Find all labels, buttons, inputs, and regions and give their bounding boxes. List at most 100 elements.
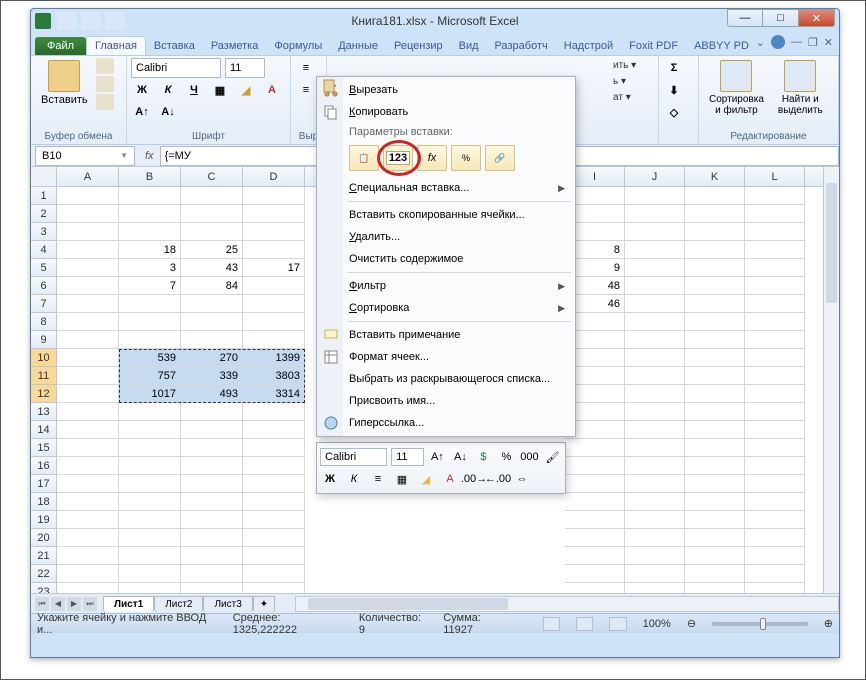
hscroll-thumb[interactable]: [308, 598, 508, 610]
sheet-nav-first-icon[interactable]: ⏮: [35, 597, 49, 611]
autosum-icon[interactable]: Σ: [663, 58, 685, 78]
mt-border-icon[interactable]: ▦: [392, 470, 412, 488]
row-header-19[interactable]: 19: [31, 511, 57, 529]
cell-D1[interactable]: [243, 187, 305, 205]
vscroll-thumb[interactable]: [826, 183, 837, 303]
cell-C23[interactable]: [181, 583, 243, 593]
paste-opt-all[interactable]: 📋: [349, 145, 379, 171]
ctx-copy[interactable]: Копировать: [319, 101, 573, 123]
row-header-14[interactable]: 14: [31, 421, 57, 439]
row-header-2[interactable]: 2: [31, 205, 57, 223]
cell-B14[interactable]: [119, 421, 181, 439]
col-A[interactable]: A: [57, 167, 119, 186]
cell-C6[interactable]: 84: [181, 277, 243, 295]
row-header-9[interactable]: 9: [31, 331, 57, 349]
cell-K18[interactable]: [685, 493, 745, 511]
cell-B21[interactable]: [119, 547, 181, 565]
cell-I16[interactable]: [565, 457, 625, 475]
col-C[interactable]: C: [181, 167, 243, 186]
cell-J11[interactable]: [625, 367, 685, 385]
col-K[interactable]: K: [685, 167, 745, 186]
doc-close-icon[interactable]: ✕: [824, 36, 833, 49]
cell-D5[interactable]: 17: [243, 259, 305, 277]
cell-D8[interactable]: [243, 313, 305, 331]
mt-center-icon[interactable]: ≡: [368, 470, 388, 488]
cell-A22[interactable]: [57, 565, 119, 583]
cell-L16[interactable]: [745, 457, 805, 475]
cell-B18[interactable]: [119, 493, 181, 511]
mt-fill-icon[interactable]: ◢: [416, 470, 436, 488]
qat-save-icon[interactable]: [57, 12, 77, 30]
format-painter-icon[interactable]: [96, 94, 114, 110]
mt-grow-font-icon[interactable]: A↑: [428, 448, 447, 466]
cell-K16[interactable]: [685, 457, 745, 475]
cell-K7[interactable]: [685, 295, 745, 313]
cell-L8[interactable]: [745, 313, 805, 331]
sheet-tab-new[interactable]: ✦: [253, 596, 275, 612]
cell-I19[interactable]: [565, 511, 625, 529]
view-layout-icon[interactable]: [576, 617, 593, 631]
tab-review[interactable]: Рецензир: [386, 37, 451, 55]
cell-A19[interactable]: [57, 511, 119, 529]
cell-J10[interactable]: [625, 349, 685, 367]
doc-restore-icon[interactable]: ❐: [808, 36, 818, 49]
cell-K3[interactable]: [685, 223, 745, 241]
vertical-scrollbar[interactable]: [823, 167, 839, 593]
cell-K12[interactable]: [685, 385, 745, 403]
cell-B8[interactable]: [119, 313, 181, 331]
cell-L17[interactable]: [745, 475, 805, 493]
find-select-button[interactable]: Найти и выделить: [772, 58, 829, 118]
fx-icon[interactable]: fx: [139, 150, 160, 162]
cell-I20[interactable]: [565, 529, 625, 547]
ctx-insert-copied[interactable]: Вставить скопированные ячейки...: [319, 204, 573, 226]
help-icon[interactable]: [771, 35, 785, 49]
cell-B17[interactable]: [119, 475, 181, 493]
qat-redo-icon[interactable]: [105, 12, 125, 30]
cell-C18[interactable]: [181, 493, 243, 511]
cell-I23[interactable]: [565, 583, 625, 593]
cell-I15[interactable]: [565, 439, 625, 457]
cell-C16[interactable]: [181, 457, 243, 475]
align-left-icon[interactable]: ≡: [295, 80, 317, 100]
cell-J15[interactable]: [625, 439, 685, 457]
paste-button[interactable]: Вставить: [35, 58, 94, 108]
clear-icon[interactable]: ◇: [663, 102, 685, 122]
cell-J17[interactable]: [625, 475, 685, 493]
tab-layout[interactable]: Разметка: [203, 37, 267, 55]
ctx-pick-from-list[interactable]: Выбрать из раскрывающегося списка...: [319, 368, 573, 390]
cell-J6[interactable]: [625, 277, 685, 295]
ctx-clear[interactable]: Очистить содержимое: [319, 248, 573, 270]
sheet-tab-1[interactable]: Лист1: [103, 596, 154, 612]
row-header-12[interactable]: 12: [31, 385, 57, 403]
cell-I21[interactable]: [565, 547, 625, 565]
row-header-7[interactable]: 7: [31, 295, 57, 313]
cell-D11[interactable]: 3803: [243, 367, 305, 385]
cell-K1[interactable]: [685, 187, 745, 205]
tab-developer[interactable]: Разработч: [487, 37, 556, 55]
row-header-11[interactable]: 11: [31, 367, 57, 385]
cell-C19[interactable]: [181, 511, 243, 529]
cell-L5[interactable]: [745, 259, 805, 277]
mt-italic-button[interactable]: К: [344, 470, 364, 488]
cell-K23[interactable]: [685, 583, 745, 593]
cell-J9[interactable]: [625, 331, 685, 349]
row-header-5[interactable]: 5: [31, 259, 57, 277]
cell-K4[interactable]: [685, 241, 745, 259]
cell-C5[interactable]: 43: [181, 259, 243, 277]
cell-C17[interactable]: [181, 475, 243, 493]
cell-I18[interactable]: [565, 493, 625, 511]
tab-data[interactable]: Данные: [330, 37, 386, 55]
cell-D20[interactable]: [243, 529, 305, 547]
cell-B4[interactable]: 18: [119, 241, 181, 259]
ribbon-minimize-icon[interactable]: ⌄: [756, 36, 765, 49]
cell-D7[interactable]: [243, 295, 305, 313]
ctx-define-name[interactable]: Присвоить имя...: [319, 390, 573, 412]
cell-B3[interactable]: [119, 223, 181, 241]
cell-L4[interactable]: [745, 241, 805, 259]
ctx-delete[interactable]: Удалить...: [319, 226, 573, 248]
cell-J20[interactable]: [625, 529, 685, 547]
cell-C15[interactable]: [181, 439, 243, 457]
cell-J2[interactable]: [625, 205, 685, 223]
col-B[interactable]: B: [119, 167, 181, 186]
cell-B19[interactable]: [119, 511, 181, 529]
